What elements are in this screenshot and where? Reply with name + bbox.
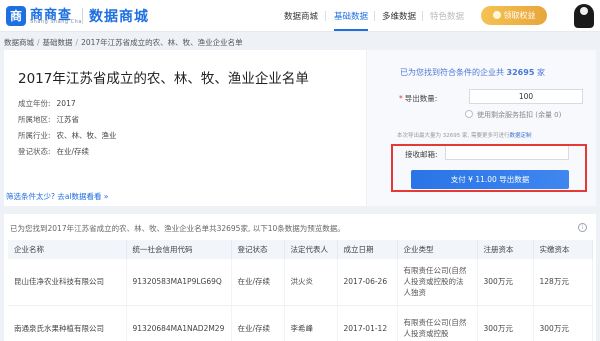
column-header: 企业类型: [397, 240, 478, 259]
page-title: 2017年江苏省成立的农、林、牧、渔业企业名单: [18, 71, 309, 87]
breadcrumb: 数据商城 / 基础数据/2017年江苏省成立的农、林、牧、渔业企业名单: [4, 37, 243, 48]
results-preview: 已为您找到2017年江苏省成立的农、林、牧、渔业企业名单共32695家, 以下1…: [4, 214, 596, 341]
field-value: 2017: [56, 99, 76, 108]
user-avatar[interactable]: [574, 4, 594, 28]
use-remaining-radio[interactable]: [465, 110, 473, 118]
table-header-row: 企业名称 统一社会信用代码 登记状态 法定代表人 成立日期 企业类型 注册资本 …: [8, 240, 593, 259]
export-quantity-label: * 导出数量:: [399, 93, 437, 104]
field-label: 成立年份:: [18, 99, 51, 108]
breadcrumb-item-current: 2017年江苏省成立的农、林、牧、渔业企业名单: [81, 38, 243, 47]
nav-basic-data[interactable]: 基础数据: [334, 10, 368, 22]
crown-icon: [492, 11, 501, 19]
field-region: 所属地区: 江苏省: [18, 114, 79, 125]
breadcrumb-item-basic-data[interactable]: 基础数据: [43, 38, 73, 47]
paid-in-capital-cell: 128万元: [533, 259, 593, 306]
registered-capital-cell: 300万元: [477, 259, 534, 306]
field-value: 农、林、牧、渔业: [56, 131, 117, 140]
nav-data-mall[interactable]: 数据商城: [284, 10, 318, 22]
company-name-cell: 南通泉氏水果种植有限公司: [8, 305, 127, 341]
column-header: 实缴资本: [533, 240, 593, 259]
nav-featured-data[interactable]: 特色数据: [430, 10, 464, 22]
field-founding-year: 成立年份: 2017: [18, 98, 76, 109]
vip-benefits-button[interactable]: 领取权益: [481, 6, 547, 25]
nav-divider: [325, 11, 326, 21]
column-header: 法定代表人: [284, 240, 338, 259]
breadcrumb-item-data-mall[interactable]: 数据商城: [4, 38, 34, 47]
highlight-annotation-box: [391, 144, 587, 192]
nav-divider: [422, 11, 423, 21]
company-name-cell: 昆山佳净农业科技有限公司: [8, 259, 127, 306]
column-header: 企业名称: [8, 240, 127, 259]
field-label: 所属行业:: [18, 131, 51, 140]
table-row: 南通泉氏水果种植有限公司 91320684MA1NAD2M29 在业/存续 李希…: [8, 305, 593, 341]
required-marker: *: [399, 94, 403, 103]
filter-suggestion-link[interactable]: 筛选条件太少? 去al数据看看 »: [6, 191, 109, 202]
breadcrumb-separator: /: [37, 38, 40, 47]
status-cell: 在业/存续: [231, 259, 285, 306]
logo-subtitle: Shang Shang Cha: [30, 19, 82, 25]
column-header: 成立日期: [337, 240, 398, 259]
field-label: 登记状态:: [18, 147, 51, 156]
registered-capital-cell: 300万元: [477, 305, 534, 341]
note-count: 32695: [442, 133, 461, 139]
status-cell: 在业/存续: [231, 305, 285, 341]
use-remaining-label[interactable]: 使用剩余服务抵扣 (余量 0): [477, 110, 561, 120]
logo-divider: [82, 8, 83, 24]
column-header: 注册资本: [477, 240, 534, 259]
column-header: 统一社会信用代码: [126, 240, 232, 259]
company-type-cell: 有限责任公司(自然人投资或控股: [397, 305, 478, 341]
found-prefix: 已为您找到符合条件的企业共: [400, 68, 504, 77]
nav-multidimensional-data[interactable]: 多维数据: [382, 10, 416, 22]
field-label: 所属地区:: [18, 115, 51, 124]
company-type-cell: 有限责任公司(自然人投资或控股的法人独资: [397, 259, 478, 306]
credit-code-cell: 91320583MA1P9LG69Q: [126, 259, 232, 306]
column-header: 登记状态: [231, 240, 285, 259]
legal-rep-cell: 李希峰: [284, 305, 338, 341]
export-quantity-label-text: 导出数量:: [404, 94, 438, 103]
field-value: 江苏省: [56, 115, 80, 124]
table-row: 昆山佳净农业科技有限公司 91320583MA1P9LG69Q 在业/存续 洪火…: [8, 259, 593, 306]
legal-rep-cell: 洪火炎: [284, 259, 338, 306]
founding-date-cell: 2017-06-26: [337, 259, 398, 306]
field-industry: 所属行业: 农、林、牧、渔业: [18, 130, 117, 141]
found-count-text: 已为您找到符合条件的企业共 32695 家: [400, 67, 545, 78]
found-suffix: 家: [536, 68, 545, 77]
credit-code-cell: 91320684MA1NAD2M29: [126, 305, 232, 341]
logo-icon[interactable]: 商: [6, 6, 26, 26]
nav-active-indicator: [334, 29, 368, 31]
top-header: 商 商商查 Shang Shang Cha 数据商城 数据商城 基础数据 多维数…: [0, 0, 600, 32]
info-icon[interactable]: i: [578, 223, 587, 232]
note-mid: 家, 需要更多可进行: [462, 133, 510, 139]
results-table: 企业名称 统一社会信用代码 登记状态 法定代表人 成立日期 企业类型 注册资本 …: [8, 240, 593, 341]
results-summary: 已为您找到2017年江苏省成立的农、林、牧、渔业企业名单共32695家, 以下1…: [10, 224, 345, 233]
note-prefix: 本次导出最大量为: [397, 133, 442, 139]
paid-in-capital-cell: 300万元: [533, 305, 593, 341]
found-count: 32695: [506, 68, 535, 77]
vip-label: 领取权益: [503, 11, 536, 20]
founding-date-cell: 2017-01-12: [337, 305, 398, 341]
export-quantity-input[interactable]: 100: [469, 89, 583, 104]
nav-divider: [374, 11, 375, 21]
breadcrumb-separator: /: [75, 38, 79, 47]
field-value: 在业/存续: [56, 147, 90, 156]
field-registration-status: 登记状态: 在业/存续: [18, 146, 89, 157]
custom-data-link[interactable]: 数据定制: [510, 133, 532, 139]
site-title: 数据商城: [89, 9, 149, 25]
export-limit-note: 本次导出最大量为 32695 家, 需要更多可进行数据定制: [397, 131, 532, 139]
